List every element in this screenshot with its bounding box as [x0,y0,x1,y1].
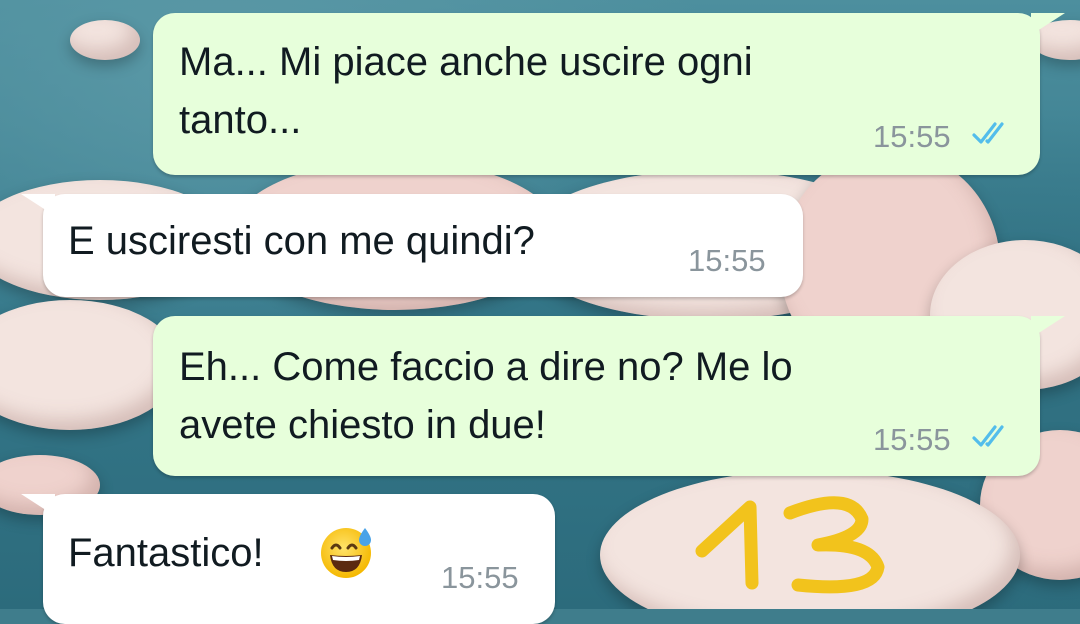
outgoing-message-bubble[interactable]: Eh... Come faccio a dire no? Me lo avete… [153,316,1065,476]
read-double-check-icon [972,425,1004,447]
incoming-message-bubble[interactable]: E usciresti con me quindi? 15:55 [21,194,803,297]
message-timestamp: 15:55 [873,422,951,457]
read-double-check-icon [972,122,1004,144]
incoming-message-bubble[interactable]: Fantastico! 15:55 [21,494,555,624]
message-timestamp: 15:55 [688,243,766,278]
outgoing-message-bubble[interactable]: Ma... Mi piace anche uscire ogni tanto..… [153,13,1065,175]
bubble-tail [21,494,55,516]
bubble-tail [1031,316,1065,338]
message-timestamp: 15:55 [441,560,519,595]
wallpaper-cloud [70,20,140,60]
message-text-line: Ma... Mi piace anche uscire ogni [179,40,753,84]
message-text-line: Fantastico! [68,531,264,575]
message-timestamp: 15:55 [873,119,951,154]
message-text-line: tanto... [179,98,302,142]
bubble-tail [1031,13,1065,35]
message-text-line: E usciresti con me quindi? [68,219,535,263]
message-text-line: Eh... Come faccio a dire no? Me lo [179,345,793,389]
grinning-sweat-emoji [321,528,371,578]
bubble-tail [21,194,55,216]
handwritten-number-annotation [695,496,885,594]
message-text-line: avete chiesto in due! [179,403,546,447]
